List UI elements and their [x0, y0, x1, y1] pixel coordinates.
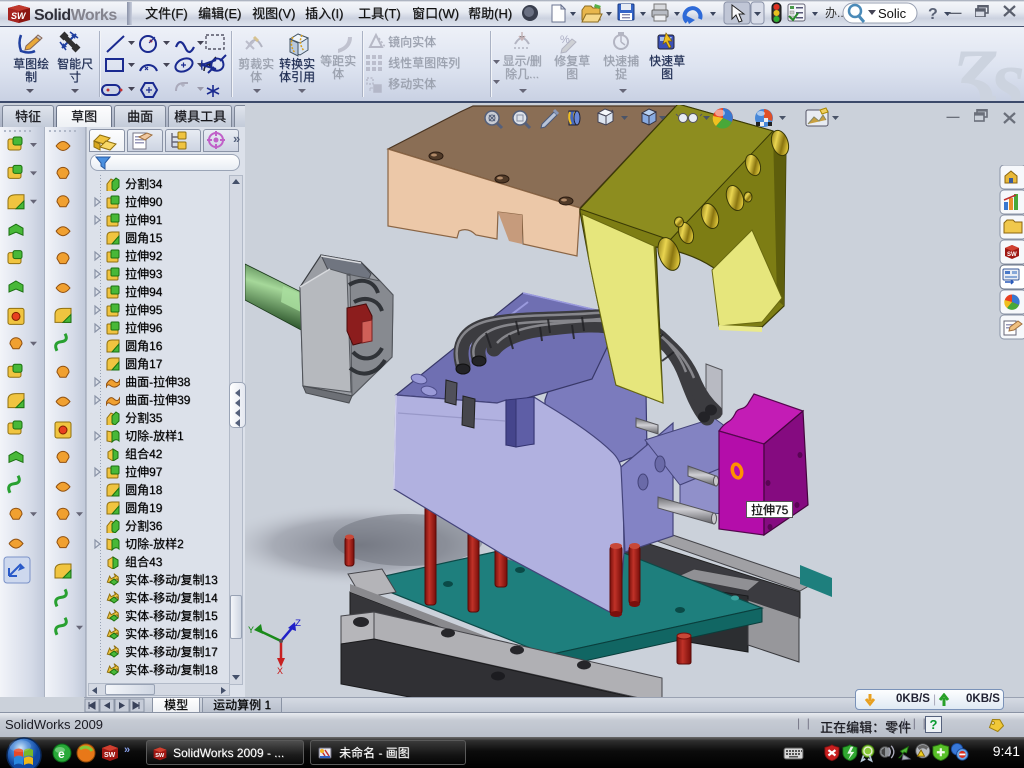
svg-text:X: X: [277, 667, 283, 678]
svg-text:SolidWorks: SolidWorks: [34, 7, 117, 24]
svg-text:Solic: Solic: [878, 6, 907, 21]
svg-text:SW: SW: [1007, 252, 1017, 258]
svg-text:SW: SW: [11, 11, 27, 21]
svg-text:»: »: [124, 744, 130, 756]
svg-text:e: e: [58, 747, 65, 761]
svg-text:Z: Z: [295, 619, 301, 630]
svg-text:SW: SW: [104, 752, 116, 759]
svg-text:»: »: [233, 131, 240, 146]
svg-text:Y: Y: [248, 626, 254, 637]
svg-text:SW: SW: [155, 753, 165, 759]
svg-text:%: %: [560, 34, 570, 46]
svg-text:办..: 办..: [825, 5, 844, 20]
svg-text:?: ?: [928, 6, 938, 23]
